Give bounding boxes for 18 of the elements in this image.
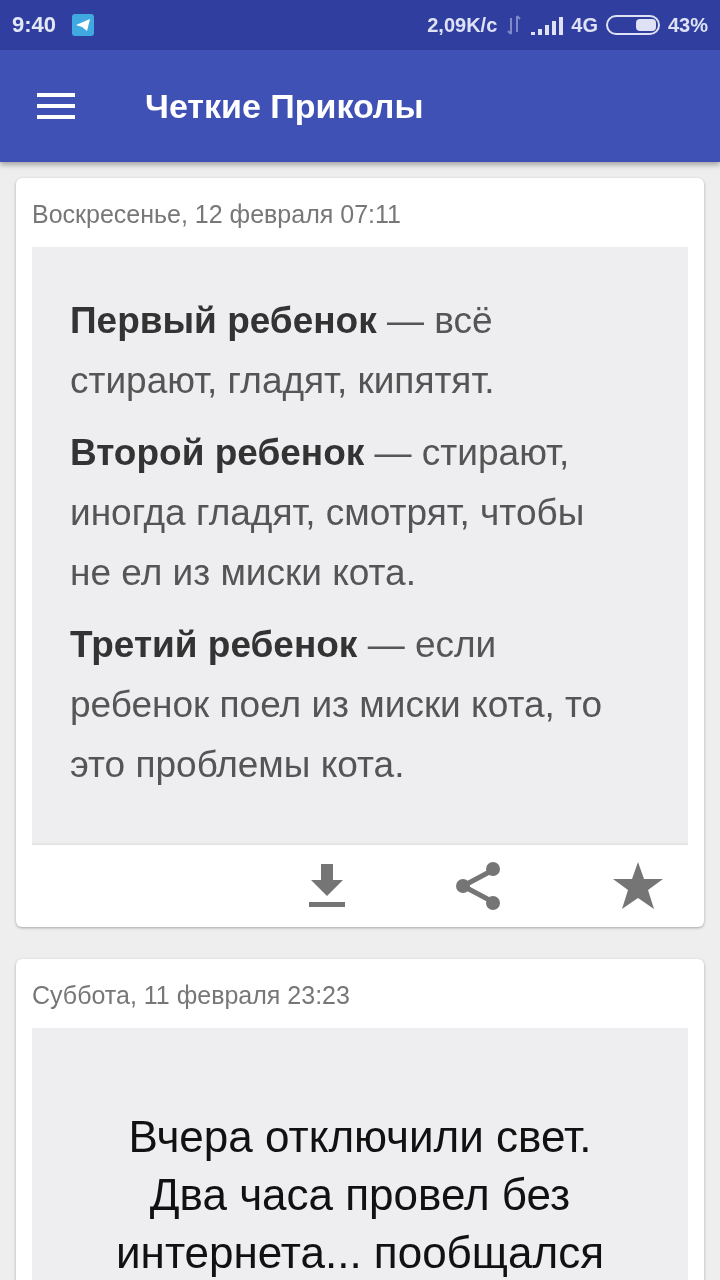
joke-text: Третий ребенок — если ребенок поел из миски кота, то это проблемы кота. [70,623,604,787]
joke-text: Вчера отключили свет. Два часа провел без интернета... пообщался [115,1111,605,1279]
joke-text: Первый ребенок — всё стирают, гладят, кипятят. [70,299,496,403]
network-speed: 2,09K/с [427,13,498,37]
app-title: Четкие Приколы [145,86,424,126]
post-date: Суббота, 11 февраля 23:23 [32,980,351,1011]
battery-percent: 43% [667,13,708,37]
star-icon[interactable] [613,862,663,910]
post-date: Воскресенье, 12 февраля 07:11 [32,199,402,230]
network-type: 4G [571,13,598,37]
download-icon[interactable] [309,864,345,908]
menu-icon[interactable] [37,93,75,119]
joke-text: Второй ребенок — стирают, иногда гладят, смотрят, чтобы не ел из миски кота. [70,431,586,595]
battery-icon [605,14,660,36]
signal-icon [531,15,564,35]
telegram-icon [72,14,95,36]
clock: 9:40 [12,12,57,38]
share-icon[interactable] [455,861,503,911]
